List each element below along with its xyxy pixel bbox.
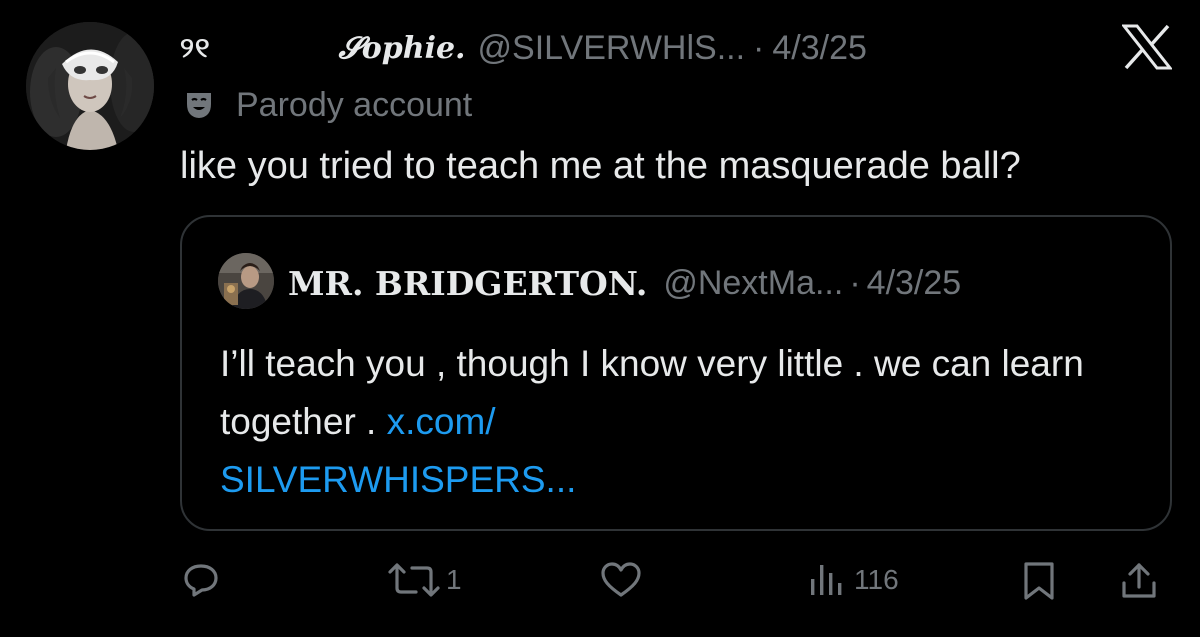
avatar-image: [26, 22, 154, 150]
views-button[interactable]: 116: [808, 561, 899, 599]
heart-icon: [601, 562, 641, 597]
repost-icon: [388, 563, 440, 597]
post-date[interactable]: 4/3/25: [772, 29, 867, 68]
parody-label-text: Parody account: [236, 85, 473, 124]
quoted-date[interactable]: 4/3/25: [867, 264, 962, 303]
quoted-text: I’ll teach you , though I know very litt…: [220, 335, 1120, 509]
repost-count: 1: [446, 564, 462, 595]
quoted-avatar[interactable]: [218, 253, 274, 309]
display-name-prefix[interactable]: ୨୧: [180, 31, 211, 65]
quoted-text-body: I’ll teach you , though I know very litt…: [220, 343, 1084, 442]
quoted-avatar-image: [218, 253, 274, 309]
post-text: like you tried to teach me at the masque…: [180, 145, 1021, 187]
quoted-link-line1[interactable]: x.com/: [387, 401, 496, 442]
like-button[interactable]: [600, 561, 642, 599]
quoted-separator-dot: ·: [849, 263, 861, 302]
user-handle[interactable]: @SILVERWHlS...: [478, 29, 746, 68]
quoted-header: MR. BRIDGERTON. @NextMa... · 4/3/25: [288, 261, 961, 305]
display-name[interactable]: 𝓢ophie.: [339, 31, 466, 66]
reply-button[interactable]: [182, 561, 220, 599]
mask-icon: [187, 93, 211, 118]
quoted-user-handle[interactable]: @NextMa...: [663, 264, 843, 303]
share-icon: [1122, 563, 1156, 598]
views-icon: [811, 565, 842, 595]
action-bar: 1 116: [0, 555, 1200, 611]
bookmark-button[interactable]: [1022, 561, 1056, 601]
bookmark-icon: [1024, 562, 1054, 600]
share-button[interactable]: [1120, 561, 1158, 601]
quoted-post[interactable]: MR. BRIDGERTON. @NextMa... · 4/3/25 I’ll…: [180, 215, 1172, 531]
x-logo-icon: [1122, 24, 1172, 70]
separator-dot: ·: [753, 28, 765, 67]
quoted-display-name[interactable]: MR. BRIDGERTON.: [288, 264, 647, 303]
parody-label: Parody account: [180, 84, 472, 126]
post[interactable]: ୨୧ 𝓢ophie. @SILVERWHlS... · 4/3/25 Parod…: [0, 0, 1200, 637]
repost-button[interactable]: 1: [386, 561, 462, 599]
post-header: ୨୧ 𝓢ophie. @SILVERWHlS... · 4/3/25: [180, 24, 867, 72]
reply-icon: [184, 564, 218, 597]
views-count: 116: [854, 564, 899, 595]
quoted-link-line2[interactable]: SILVERWHISPERS...: [220, 459, 576, 500]
avatar[interactable]: [26, 22, 154, 150]
